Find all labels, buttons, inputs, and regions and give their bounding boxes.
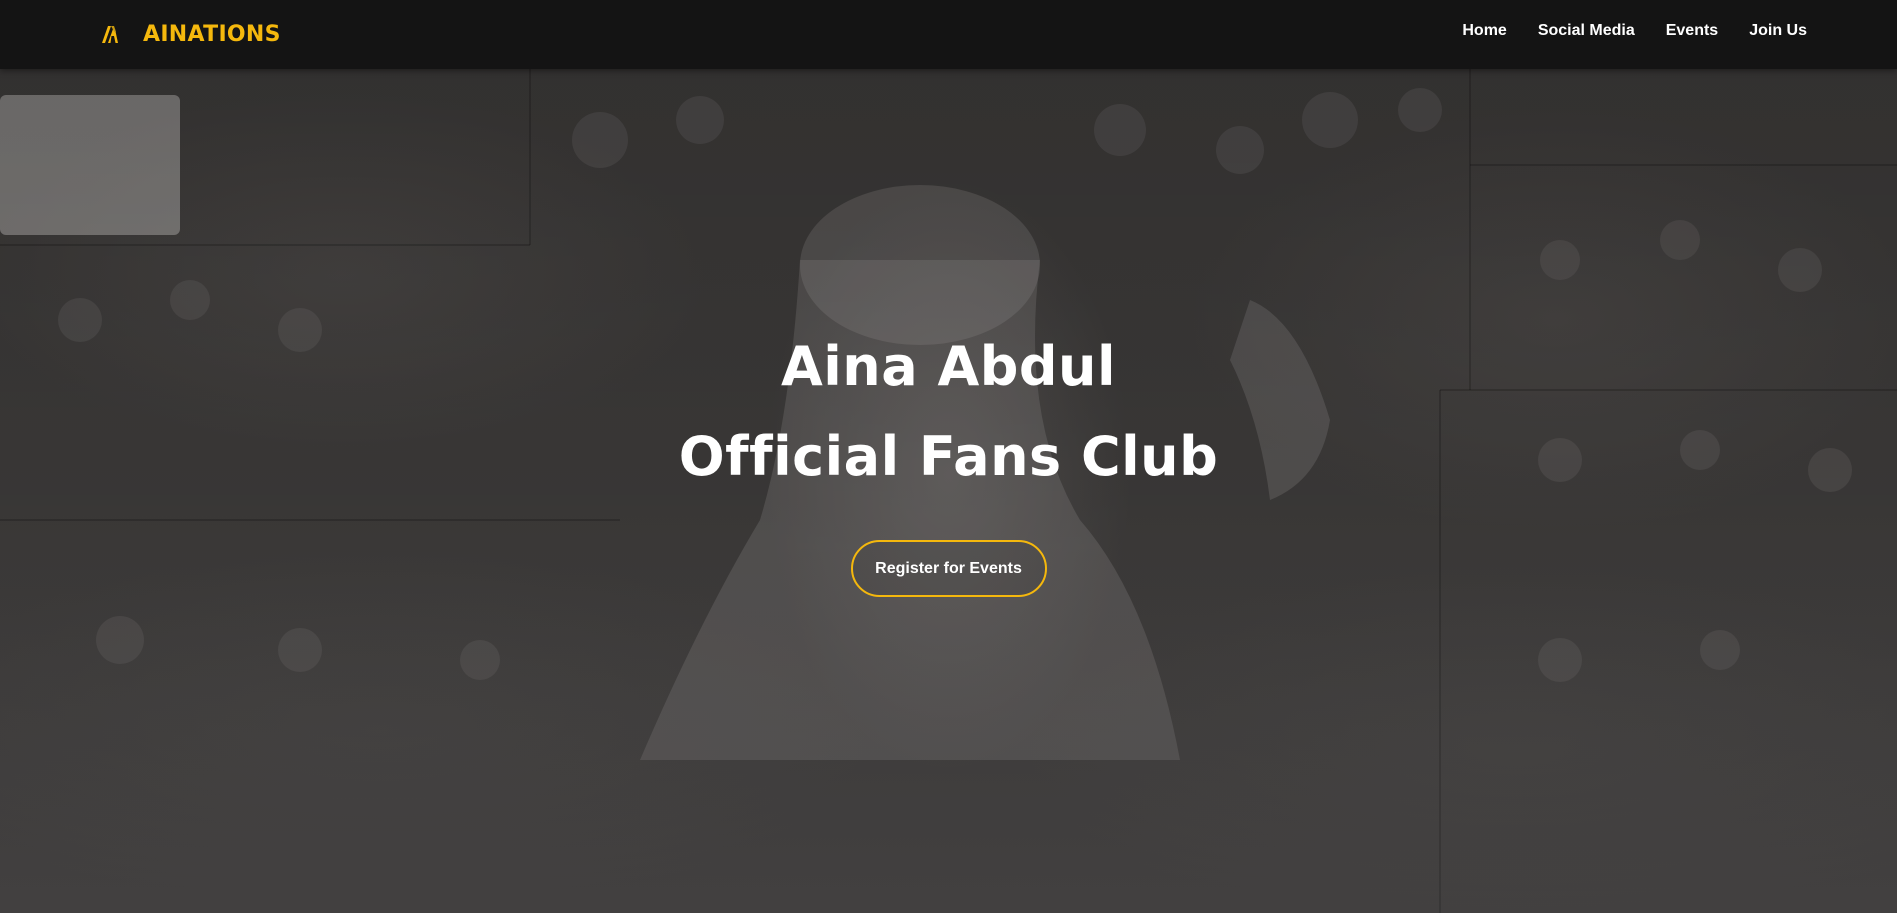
nav-link-join-us[interactable]: Join Us [1749, 22, 1807, 40]
top-navbar: AINATIONS Home Social Media Events Join … [0, 0, 1897, 69]
brand-home-link[interactable]: AINATIONS [100, 17, 281, 51]
hero-title-line-2: Official Fans Club [678, 425, 1219, 488]
nav-link-social-media[interactable]: Social Media [1538, 22, 1635, 40]
nav-link-home[interactable]: Home [1462, 22, 1506, 40]
brand-name: AINATIONS [143, 21, 281, 47]
register-for-events-button[interactable]: Register for Events [850, 540, 1047, 597]
hero-section: Aina Abdul Official Fans Club Register f… [0, 322, 1897, 597]
nav-link-events[interactable]: Events [1666, 22, 1718, 40]
hero-title-line-1: Aina Abdul [780, 335, 1117, 398]
ainations-logo-icon [100, 23, 122, 45]
nav-links: Home Social Media Events Join Us [1431, 22, 1807, 40]
landing-page: AINATIONS Home Social Media Events Join … [0, 0, 1897, 913]
